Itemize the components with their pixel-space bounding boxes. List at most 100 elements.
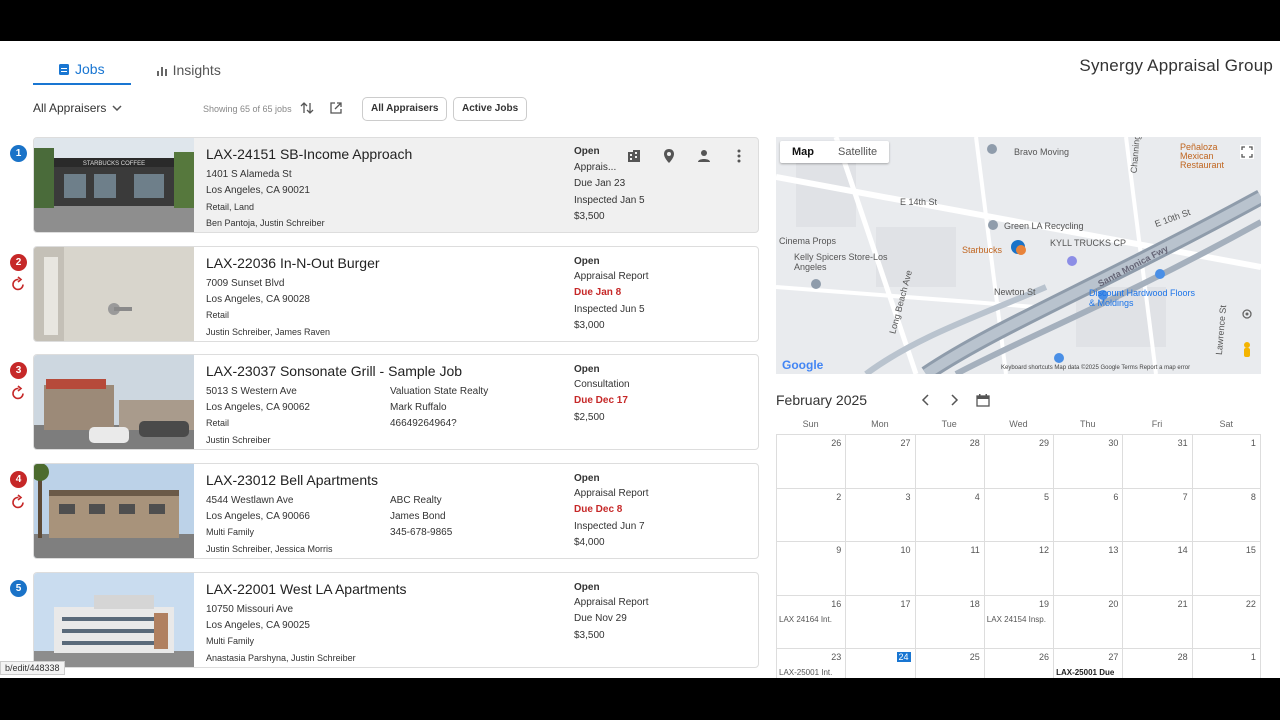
calendar-day-cell[interactable]: 6 xyxy=(1053,488,1122,542)
map-footer[interactable]: Keyboard shortcuts Map data ©2025 Google… xyxy=(1001,365,1190,371)
job-city: Los Angeles, CA 90025 xyxy=(206,620,310,631)
job-due-date: Due Dec 8 xyxy=(574,504,623,515)
job-status: Open xyxy=(574,146,600,157)
sort-icon[interactable] xyxy=(300,101,314,115)
calendar-day-cell[interactable]: 26 xyxy=(776,435,845,488)
job-title[interactable]: LAX-23037 Sonsonate Grill - Sample Job xyxy=(206,363,462,379)
job-status: Open xyxy=(574,256,600,267)
calendar-day-cell[interactable]: 10 xyxy=(845,542,914,595)
calendar-day-number: 24 xyxy=(896,652,911,663)
calendar-day-number: 23 xyxy=(831,652,842,663)
calendar-day-cell[interactable]: 27 LAX-25001 Due xyxy=(1053,649,1122,678)
calendar-day-number: 13 xyxy=(1108,545,1119,556)
calendar-day-cell[interactable]: 28 xyxy=(1122,649,1191,678)
map-type-toggle: Map Satellite xyxy=(780,141,890,163)
tab-insights-label: Insights xyxy=(172,62,221,78)
chevron-right-icon[interactable] xyxy=(947,393,961,407)
chip-active-jobs[interactable]: Active Jobs xyxy=(453,97,528,121)
job-status: Open xyxy=(574,364,600,375)
job-card[interactable]: STARBUCKS COFFEE LAX-24151 SB-Income App… xyxy=(33,137,759,233)
job-property-type: Retail xyxy=(206,310,230,320)
calendar-day-cell[interactable]: 9 xyxy=(776,542,845,595)
calendar-day-cell[interactable]: 11 xyxy=(914,542,984,595)
calendar-day-cell[interactable]: 5 xyxy=(983,488,1053,542)
pegman-icon[interactable] xyxy=(1240,341,1254,359)
calendar-event[interactable]: LAX 24164 Int. xyxy=(779,615,832,624)
open-in-new-icon[interactable] xyxy=(329,101,343,115)
job-title[interactable]: LAX-23012 Bell Apartments xyxy=(206,472,378,488)
my-location-icon[interactable] xyxy=(1240,307,1254,321)
person-icon[interactable] xyxy=(696,148,712,164)
calendar-day-cell[interactable]: 17 xyxy=(845,595,914,649)
calendar-day-cell[interactable]: 14 xyxy=(1122,542,1191,595)
calendar-day-cell[interactable]: 8 xyxy=(1191,488,1261,542)
calendar-icon[interactable] xyxy=(976,393,990,407)
job-title[interactable]: LAX-22001 West LA Apartments xyxy=(206,581,407,597)
building-icon[interactable] xyxy=(626,148,642,164)
calendar-day-cell[interactable]: 19 LAX 24154 Insp. xyxy=(983,595,1053,649)
job-card[interactable]: LAX-22036 In-N-Out Burger 7009 Sunset Bl… xyxy=(33,246,759,342)
job-property-type: Retail xyxy=(206,418,230,428)
tab-insights[interactable]: Insights xyxy=(131,55,247,85)
calendar-day-cell[interactable]: 23 LAX-25001 Int. xyxy=(776,649,845,678)
job-property-type: Multi Family xyxy=(206,636,255,646)
calendar-day-cell[interactable]: 12 xyxy=(983,542,1053,595)
job-title[interactable]: LAX-22036 In-N-Out Burger xyxy=(206,255,380,271)
job-photo xyxy=(34,247,194,341)
calendar-day-cell[interactable]: 13 xyxy=(1053,542,1122,595)
calendar-day-cell[interactable]: 20 xyxy=(1053,595,1122,649)
job-card[interactable]: LAX-23012 Bell Apartments 4544 Westlawn … xyxy=(33,463,759,559)
job-phone: 345-678-9865 xyxy=(390,527,453,538)
calendar-day-cell[interactable]: 2 xyxy=(776,488,845,542)
calendar-day-cell[interactable]: 15 xyxy=(1191,542,1261,595)
weekday-label: Wed xyxy=(1009,419,1028,429)
job-people: Justin Schreiber, Jessica Morris xyxy=(206,544,333,554)
job-card[interactable]: LAX-22001 West LA Apartments 10750 Misso… xyxy=(33,572,759,668)
calendar-day-cell[interactable]: 24 xyxy=(845,649,914,678)
calendar-event[interactable]: LAX 24154 Insp. xyxy=(987,615,1046,624)
clipboard-icon xyxy=(59,64,69,75)
calendar-day-number: 2 xyxy=(836,491,842,502)
calendar-header: February 2025 xyxy=(776,392,1261,412)
calendar-day-cell[interactable]: 18 xyxy=(914,595,984,649)
calendar-day-cell[interactable]: 7 xyxy=(1122,488,1191,542)
job-due-date: Due Jan 23 xyxy=(574,178,626,189)
calendar-day-cell[interactable]: 27 xyxy=(845,435,914,488)
map-label-kelly: Kelly Spicers Store-Los Angeles xyxy=(794,252,888,272)
calendar-event[interactable]: LAX-25001 Int. xyxy=(779,668,832,677)
calendar-day-cell[interactable]: 25 xyxy=(914,649,984,678)
location-pin-icon[interactable] xyxy=(661,148,677,164)
calendar-day-cell[interactable]: 1 xyxy=(1191,649,1261,678)
calendar-day-cell[interactable]: 4 xyxy=(914,488,984,542)
job-report-type: Appraisal Report xyxy=(574,597,649,608)
job-photo: STARBUCKS COFFEE xyxy=(34,138,194,232)
tab-jobs[interactable]: Jobs xyxy=(33,55,131,85)
job-inspected-date: Inspected Jan 5 xyxy=(574,195,645,206)
map-tab-satellite[interactable]: Satellite xyxy=(826,141,889,163)
calendar-day-cell[interactable]: 21 xyxy=(1122,595,1191,649)
calendar-day-cell[interactable]: 22 xyxy=(1191,595,1261,649)
job-card[interactable]: LAX-23037 Sonsonate Grill - Sample Job 5… xyxy=(33,354,759,450)
chevron-left-icon[interactable] xyxy=(919,393,933,407)
job-report-type: Apprais... xyxy=(574,162,617,173)
more-vert-icon[interactable] xyxy=(731,148,747,164)
calendar-day-cell[interactable]: 16 LAX 24164 Int. xyxy=(776,595,845,649)
calendar-day-cell[interactable]: 1 xyxy=(1191,435,1261,488)
calendar-day-cell[interactable]: 26 xyxy=(983,649,1053,678)
fullscreen-icon[interactable] xyxy=(1240,145,1254,159)
calendar-day-cell[interactable]: 3 xyxy=(845,488,914,542)
chip-all-appraisers[interactable]: All Appraisers xyxy=(362,97,448,121)
job-contact: James Bond xyxy=(390,511,446,522)
calendar-day-cell[interactable]: 29 xyxy=(983,435,1053,488)
map-view[interactable]: Map Satellite Bravo Moving Peñaloza Mexi… xyxy=(776,137,1261,374)
map-tab-map[interactable]: Map xyxy=(780,141,826,163)
app-window: Jobs Insights Synergy Appraisal Group Al… xyxy=(0,41,1280,678)
calendar-day-cell[interactable]: 30 xyxy=(1053,435,1122,488)
job-title[interactable]: LAX-24151 SB-Income Approach xyxy=(206,146,412,162)
calendar-day-cell[interactable]: 31 xyxy=(1122,435,1191,488)
calendar-day-number: 14 xyxy=(1177,545,1188,556)
appraiser-filter-dropdown[interactable]: All Appraisers xyxy=(33,101,122,115)
calendar-day-number: 11 xyxy=(970,545,980,556)
calendar-event[interactable]: LAX-25001 Due xyxy=(1056,668,1114,677)
calendar-day-cell[interactable]: 28 xyxy=(914,435,984,488)
